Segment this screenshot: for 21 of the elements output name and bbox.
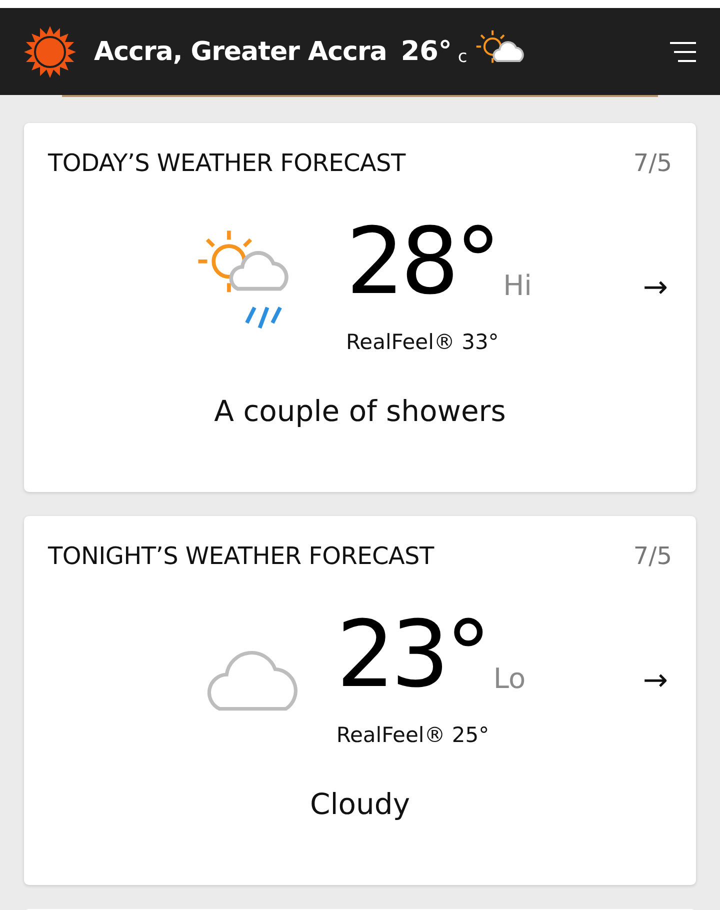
location-name[interactable]: Accra, Greater Accra bbox=[94, 36, 387, 66]
sun-logo-icon bbox=[24, 26, 76, 78]
weather-phrase: Cloudy bbox=[309, 786, 411, 821]
forecast-temperature: 23° bbox=[336, 614, 488, 697]
forecast-date: 7/5 bbox=[633, 149, 672, 177]
details-arrow[interactable]: → bbox=[642, 662, 668, 698]
forecast-card[interactable]: TODAY’S WEATHER FORECAST 7/5 28°Hi RealFeel® 33° → A couple of showers bbox=[24, 123, 696, 492]
realfeel-temperature: RealFeel® 25° bbox=[336, 722, 490, 747]
forecast-card[interactable]: TONIGHT’S WEATHER FORECAST 7/5 23°Lo RealFeel® 25° → Cloudy bbox=[24, 516, 696, 885]
hi-lo-label: Lo bbox=[493, 662, 526, 695]
card-title: TODAY’S WEATHER FORECAST bbox=[48, 149, 406, 177]
forecast-date: 7/5 bbox=[633, 542, 672, 570]
current-temperature: 26° bbox=[400, 36, 452, 67]
card-title: TONIGHT’S WEATHER FORECAST bbox=[48, 542, 434, 570]
details-arrow[interactable]: → bbox=[642, 270, 668, 305]
hi-lo-label: Hi bbox=[503, 268, 532, 302]
weather-phrase: A couple of showers bbox=[213, 394, 507, 428]
menu-icon[interactable] bbox=[670, 40, 696, 62]
forecast-temperature: 28° bbox=[346, 221, 498, 304]
temperature-unit: c bbox=[458, 46, 468, 66]
realfeel-temperature: RealFeel® 33° bbox=[346, 330, 499, 354]
